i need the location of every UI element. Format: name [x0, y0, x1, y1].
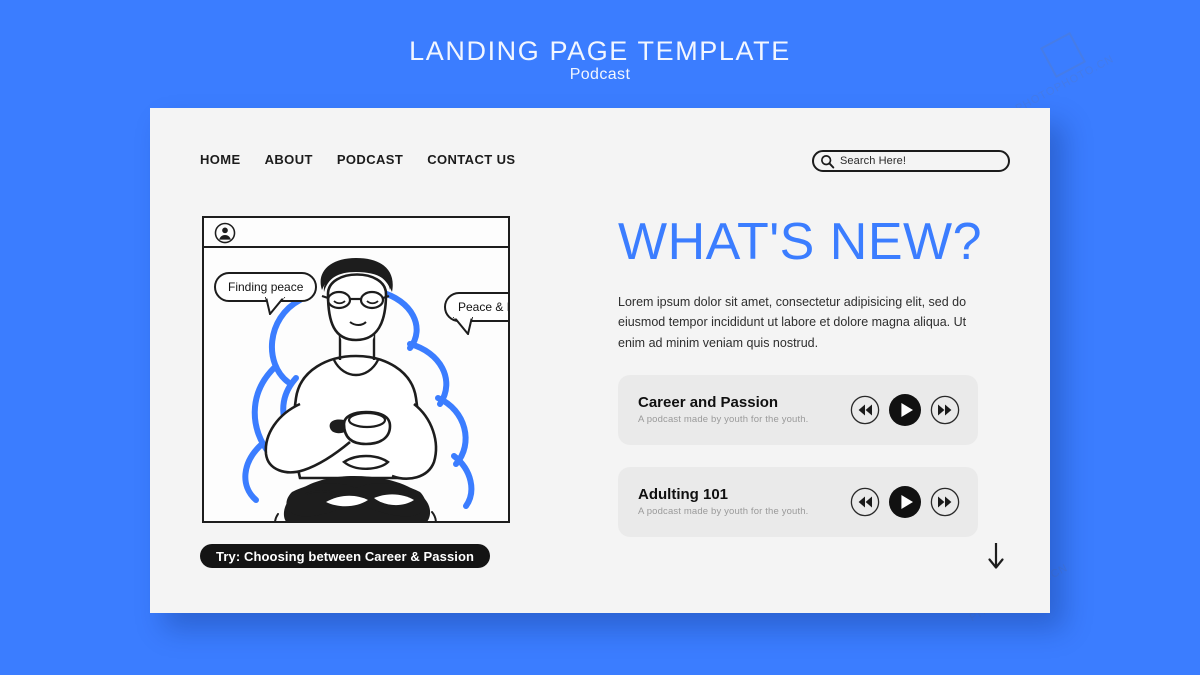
nav-item-podcast[interactable]: PODCAST [337, 152, 403, 167]
podcast-card-career-and-passion[interactable]: Career and Passion A podcast made by you… [618, 374, 978, 445]
podcast-card-text: Adulting 101 A podcast made by youth for… [638, 486, 808, 517]
podcast-subtitle: A podcast made by youth for the youth. [638, 414, 809, 426]
speech-bubble-tail-icon [452, 317, 474, 335]
speech-bubble-text: Peace & Love [458, 300, 508, 314]
user-avatar-icon [214, 222, 236, 244]
landing-page-card: HOME ABOUT PODCAST CONTACT US Search Her… [150, 108, 1050, 613]
nav-item-about[interactable]: ABOUT [265, 152, 313, 167]
rewind-icon[interactable] [850, 487, 880, 517]
rewind-icon[interactable] [850, 395, 880, 425]
illustration-window-topbar [204, 218, 508, 248]
podcast-card-adulting-101[interactable]: Adulting 101 A podcast made by youth for… [618, 466, 978, 537]
fast-forward-icon[interactable] [930, 395, 960, 425]
nav-item-home[interactable]: HOME [200, 152, 241, 167]
play-icon[interactable] [888, 393, 922, 427]
podcast-title: Career and Passion [638, 394, 779, 412]
illustration-stage: Finding peace Peace & Love [204, 248, 508, 521]
speech-bubble-text: Finding peace [228, 280, 304, 294]
podcast-controls [850, 393, 960, 427]
poster-root: PHOTOPHOTO.CN PHOTOPHOTO.CN PHOTOPHOTO.C… [0, 0, 1200, 675]
arrow-down-icon[interactable] [986, 541, 1006, 571]
podcast-card-text: Career and Passion A podcast made by you… [638, 394, 808, 425]
page-headline: WHAT'S NEW? [618, 213, 983, 271]
illustration-frame: Finding peace Peace & Love [202, 216, 510, 523]
navbar: HOME ABOUT PODCAST CONTACT US [200, 152, 515, 167]
play-icon[interactable] [888, 485, 922, 519]
poster-title: LANDING PAGE TEMPLATE [409, 36, 791, 66]
search-input[interactable]: Search Here! [812, 150, 1010, 172]
speech-bubble-peace-and-love: Peace & Love [444, 292, 508, 335]
poster-subtitle: Podcast [569, 66, 631, 83]
try-suggestion-pill[interactable]: Try: Choosing between Career & Passion [200, 544, 491, 568]
main-content: WHAT'S NEW? Lorem ipsum dolor sit amet, … [618, 216, 998, 537]
search-placeholder: Search Here! [840, 155, 907, 167]
podcast-controls [850, 485, 960, 519]
podcast-title: Adulting 101 [638, 486, 729, 504]
fast-forward-icon[interactable] [930, 487, 960, 517]
speech-bubble-finding-peace: Finding peace [214, 272, 318, 315]
nav-item-contact-us[interactable]: CONTACT US [427, 152, 515, 167]
search-icon [821, 154, 835, 168]
podcast-subtitle: A podcast made by youth for the youth. [638, 506, 809, 518]
page-paragraph: Lorem ipsum dolor sit amet, consectetur … [618, 295, 967, 350]
speech-bubble-tail-icon [264, 297, 286, 315]
